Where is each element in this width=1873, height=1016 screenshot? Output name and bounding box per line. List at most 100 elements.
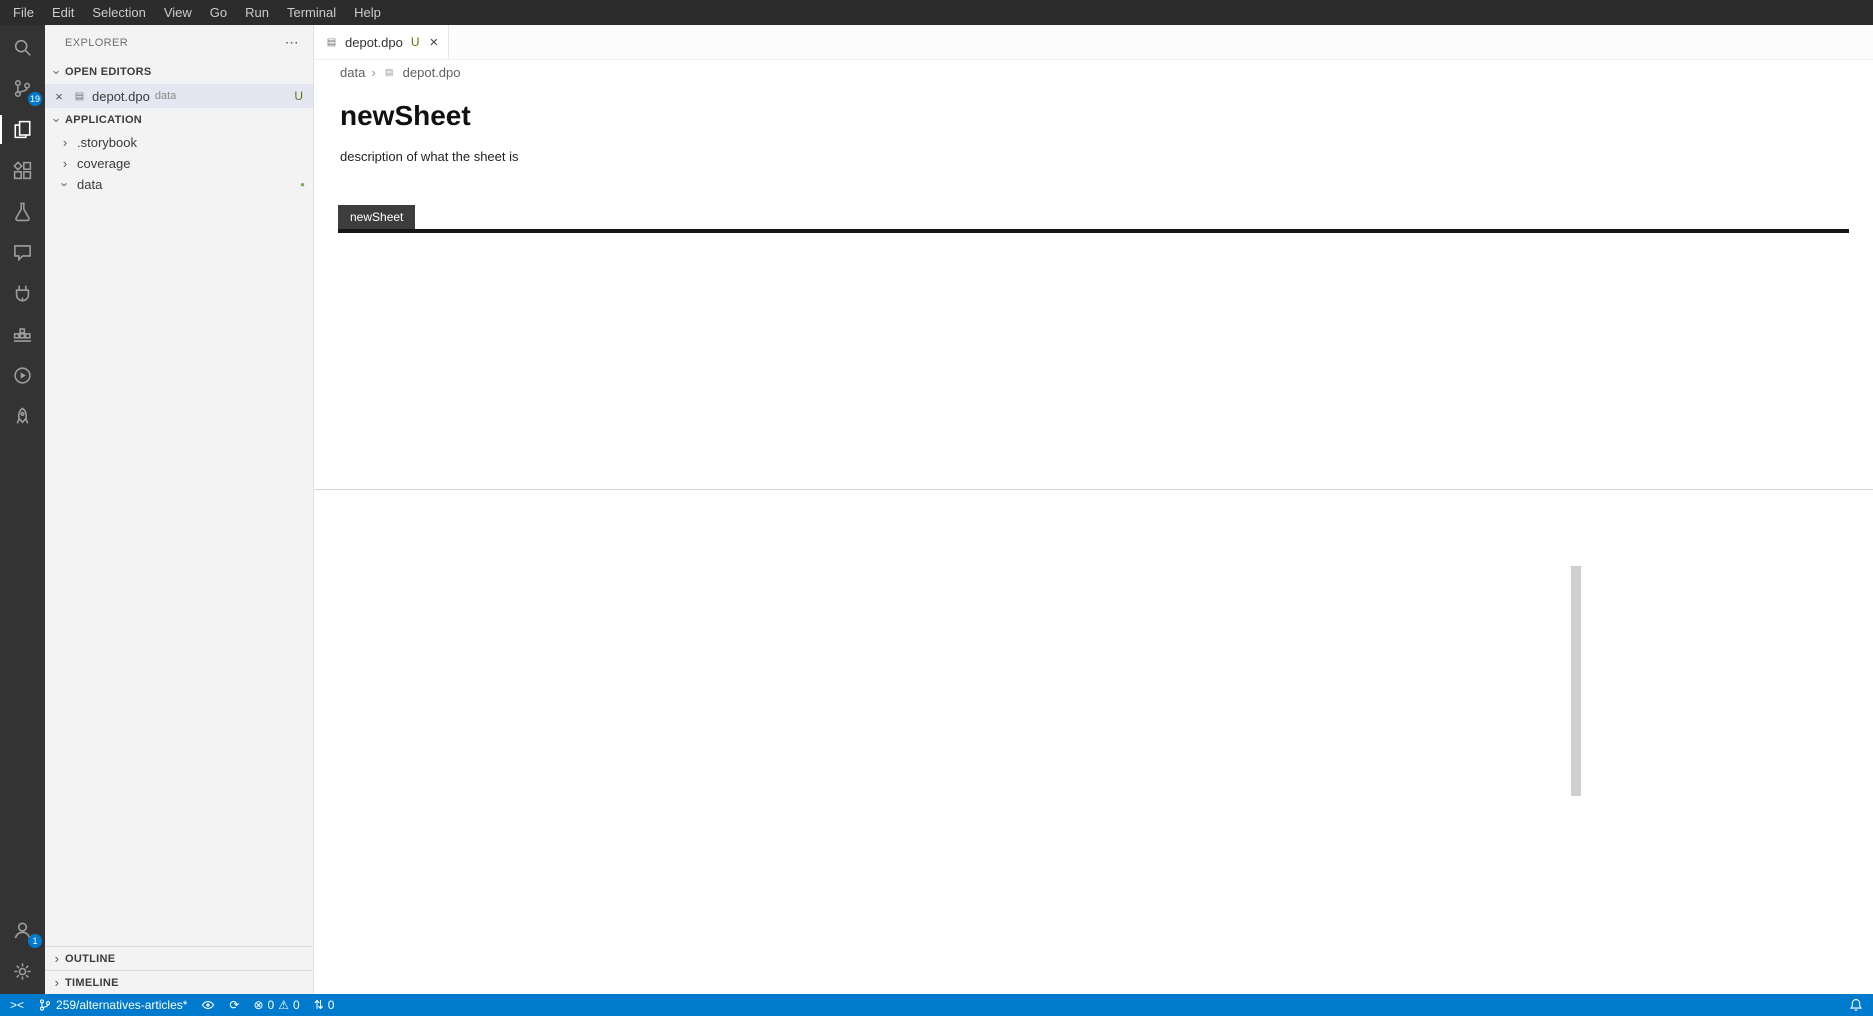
editor-tab-bar: ▤ depot.dpo U × <box>314 25 1873 60</box>
ports-icon: ⇅ <box>314 998 324 1012</box>
remote-indicator[interactable]: >< <box>10 998 24 1012</box>
activity-testing[interactable] <box>0 191 45 232</box>
chevron-right-icon: › <box>49 975 65 990</box>
menu-run[interactable]: Run <box>236 3 278 22</box>
chevron-down-icon: › <box>50 112 65 128</box>
chevron-down-icon: › <box>50 64 65 80</box>
activity-settings[interactable] <box>0 951 45 992</box>
docker-icon <box>12 324 33 345</box>
breadcrumb-file[interactable]: depot.dpo <box>403 65 461 80</box>
menu-file[interactable]: File <box>4 3 43 22</box>
toggle-blame-icon[interactable] <box>201 998 215 1012</box>
warnings-count: 0 <box>293 998 300 1012</box>
sheet-description[interactable]: description of what the sheet is <box>340 149 1873 164</box>
badge: 19 <box>28 92 42 106</box>
open-editor-item-depot-dpo[interactable]: × ▤ depot.dpo data U <box>45 84 313 108</box>
chevron-right-icon: › <box>57 156 73 171</box>
menu-help[interactable]: Help <box>345 3 390 22</box>
branch-icon <box>38 998 52 1012</box>
menu-edit[interactable]: Edit <box>43 3 83 22</box>
activity-explorer[interactable] <box>0 109 45 150</box>
close-editor-icon[interactable]: × <box>51 89 67 104</box>
outline-section-header[interactable]: › OUTLINE <box>45 946 313 970</box>
modified-dot-icon: ● <box>300 180 313 189</box>
bottom-panel <box>314 489 1873 994</box>
file-label: .storybook <box>77 135 137 150</box>
menu-terminal[interactable]: Terminal <box>278 3 345 22</box>
file-icon: ▤ <box>324 37 339 48</box>
chevron-right-icon: › <box>49 951 65 966</box>
activity-test-explorer[interactable] <box>0 396 45 437</box>
timeline-section-header[interactable]: › TIMELINE <box>45 970 313 994</box>
branch-name: 259/alternatives-articles* <box>56 998 187 1012</box>
chevron-down-icon: › <box>58 177 73 193</box>
extensions-icon <box>12 160 33 181</box>
scrollbar-thumb[interactable] <box>1571 566 1581 796</box>
vscode-window: FileEditSelectionViewGoRunTerminalHelp 1… <box>0 0 1873 1016</box>
menu-selection[interactable]: Selection <box>83 3 154 22</box>
editor-actions <box>1857 25 1873 59</box>
activity-containers[interactable] <box>0 314 45 355</box>
close-tab-icon[interactable]: × <box>430 34 439 51</box>
activity-chat[interactable] <box>0 232 45 273</box>
terminal-list <box>1581 526 1873 994</box>
git-status-badge: U <box>294 89 313 103</box>
bell-icon <box>1849 998 1863 1012</box>
activity-search[interactable] <box>0 27 45 68</box>
file-label: coverage <box>77 156 130 171</box>
chat-icon <box>12 242 33 263</box>
search-icon <box>12 37 33 58</box>
status-bar: >< 259/alternatives-articles* ⟳ ⊗ 0 ⚠ 0 … <box>0 994 1873 1016</box>
menu-go[interactable]: Go <box>201 3 236 22</box>
sync-changes-button[interactable]: ⟳ <box>229 998 239 1012</box>
depot-table <box>338 229 1849 233</box>
breadcrumb-folder[interactable]: data <box>340 65 365 80</box>
activity-bar-bottom: 1 <box>0 910 45 992</box>
errors-icon: ⊗ <box>253 998 263 1012</box>
terminal-output[interactable] <box>314 526 1571 994</box>
flask-icon <box>12 201 33 222</box>
sheet-tab-newsheet[interactable]: newSheet <box>338 205 415 229</box>
warnings-icon: ⚠ <box>278 998 289 1012</box>
chevron-right-icon: › <box>57 135 73 150</box>
activity-remote-explorer[interactable] <box>0 273 45 314</box>
open-editor-detail: data <box>155 90 176 102</box>
folder-storybook[interactable]: › .storybook <box>45 132 313 153</box>
ports-count: 0 <box>328 998 335 1012</box>
git-status-badge: U <box>411 35 420 49</box>
rocket-icon <box>12 406 33 427</box>
sidebar-more-actions-icon[interactable]: ⋯ <box>285 34 299 51</box>
depot-editor: newSheet description of what the sheet i… <box>314 84 1873 489</box>
activity-accounts[interactable]: 1 <box>0 910 45 951</box>
panel-body <box>314 526 1873 994</box>
git-branch-status[interactable]: 259/alternatives-articles* <box>38 998 187 1012</box>
explorer-sidebar: EXPLORER ⋯ › OPEN EDITORS × ▤ depot.dpo … <box>45 25 314 994</box>
files-icon <box>12 119 33 140</box>
activity-run-and-debug[interactable] <box>0 355 45 396</box>
activity-source-control[interactable]: 19 <box>0 68 45 109</box>
menu-view[interactable]: View <box>155 3 201 22</box>
tab-depot-dpo[interactable]: ▤ depot.dpo U × <box>314 25 449 59</box>
terminal-scrollbar[interactable] <box>1571 526 1581 994</box>
eye-icon <box>201 998 215 1012</box>
open-editors-header[interactable]: › OPEN EDITORS <box>45 60 313 84</box>
project-section-header[interactable]: › APPLICATION <box>45 108 313 132</box>
badge: 1 <box>28 934 42 948</box>
folder-data[interactable]: ›data● <box>45 174 313 195</box>
file-icon: ▤ <box>72 91 87 102</box>
errors-count: 0 <box>268 998 275 1012</box>
activity-bar-top: 19 <box>0 27 45 437</box>
problems-status[interactable]: ⊗ 0 ⚠ 0 <box>253 998 299 1012</box>
notifications-bell-icon[interactable] <box>1849 998 1863 1012</box>
file-tree: › .storybook › coverage ›data● <box>45 132 313 946</box>
sidebar-title: EXPLORER <box>65 37 128 49</box>
breadcrumb: data › ▤ depot.dpo <box>314 60 1873 84</box>
activity-extensions[interactable] <box>0 150 45 191</box>
sheet-title: newSheet <box>340 100 1873 132</box>
menu-bar: FileEditSelectionViewGoRunTerminalHelp <box>0 0 1873 25</box>
status-bar-left: >< 259/alternatives-articles* ⟳ ⊗ 0 ⚠ 0 … <box>10 994 334 1016</box>
file-icon: ▤ <box>382 67 397 78</box>
folder-coverage[interactable]: › coverage <box>45 153 313 174</box>
ports-status[interactable]: ⇅ 0 <box>314 998 335 1012</box>
main-area: 19 1 EXPLORER ⋯ › OPEN EDITORS × ▤ depot… <box>0 25 1873 994</box>
